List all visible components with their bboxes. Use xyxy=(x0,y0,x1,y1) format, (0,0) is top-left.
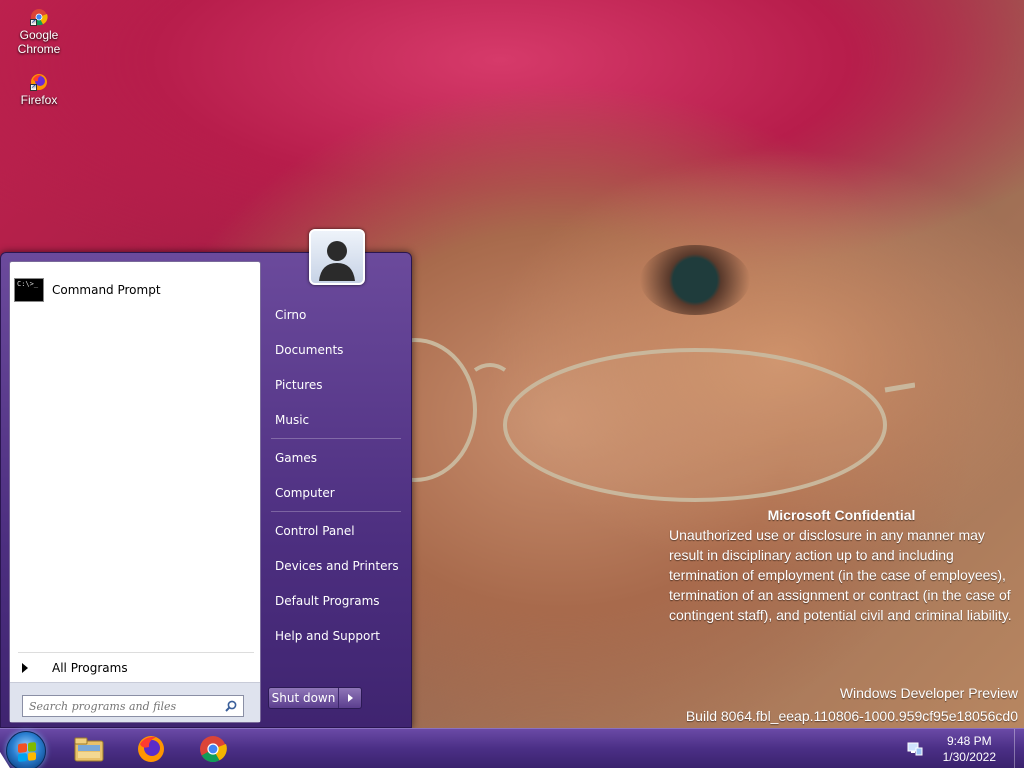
taskbar-firefox-button[interactable] xyxy=(126,732,176,766)
shutdown-control: Shut down xyxy=(268,687,362,709)
start-button[interactable] xyxy=(6,731,46,768)
all-programs-button[interactable]: All Programs xyxy=(18,658,254,678)
divider xyxy=(271,438,401,439)
clock[interactable]: 9:48 PM 1/30/2022 xyxy=(943,733,996,765)
start-menu-programs-pane: C:\>_ Command Prompt All Programs xyxy=(9,261,261,723)
shortcut-arrow-icon: ↗ xyxy=(30,84,37,91)
firefox-icon xyxy=(138,736,164,762)
link-control-panel[interactable]: Control Panel xyxy=(263,513,409,548)
shutdown-options-button[interactable] xyxy=(339,688,361,708)
link-devices-printers[interactable]: Devices and Printers xyxy=(263,548,409,583)
start-menu-links-pane: Cirno Documents Pictures Music Games Com… xyxy=(263,297,409,653)
desktop-icon-chrome[interactable]: ↗ Google Chrome xyxy=(4,8,74,56)
chrome-icon xyxy=(200,736,227,763)
link-games[interactable]: Games xyxy=(263,440,409,475)
wallpaper-eye xyxy=(640,245,750,315)
watermark-title: Microsoft Confidential xyxy=(767,507,916,523)
network-icon[interactable] xyxy=(907,741,923,757)
desktop-icon-label: Google Chrome xyxy=(17,28,61,56)
build-string: Build 8064.fbl_eeap.110806-1000.959cf95e… xyxy=(685,708,1018,724)
shutdown-button[interactable]: Shut down xyxy=(269,688,339,708)
link-computer[interactable]: Computer xyxy=(263,475,409,510)
divider xyxy=(271,511,401,512)
search-input[interactable] xyxy=(23,696,219,716)
desktop-icon-label: Firefox xyxy=(20,93,58,107)
start-menu: C:\>_ Command Prompt All Programs Cirno xyxy=(0,229,412,728)
chevron-right-icon xyxy=(347,694,353,702)
link-default-programs[interactable]: Default Programs xyxy=(263,583,409,618)
firefox-icon: ↗ xyxy=(30,73,48,91)
mouse-cursor-icon xyxy=(0,752,10,768)
folder-icon xyxy=(74,737,104,762)
link-user-folder[interactable]: Cirno xyxy=(263,297,409,332)
all-programs-label: All Programs xyxy=(52,661,128,675)
chrome-icon: ↗ xyxy=(30,8,48,26)
link-help-support[interactable]: Help and Support xyxy=(263,618,409,653)
confidential-watermark: Microsoft Confidential Unauthorized use … xyxy=(669,505,1014,625)
command-prompt-icon: C:\>_ xyxy=(14,278,44,302)
search-icon[interactable] xyxy=(225,700,237,712)
system-tray: 9:48 PM 1/30/2022 xyxy=(907,729,1024,768)
taskbar: 9:48 PM 1/30/2022 xyxy=(0,728,1024,768)
product-name: Windows Developer Preview xyxy=(839,685,1018,701)
search-box[interactable] xyxy=(22,695,244,717)
search-area xyxy=(10,682,260,722)
clock-time: 9:48 PM xyxy=(946,734,992,748)
divider xyxy=(18,652,254,653)
program-command-prompt[interactable]: C:\>_ Command Prompt xyxy=(14,270,258,310)
link-pictures[interactable]: Pictures xyxy=(263,367,409,402)
command-prompt-icon-text: C:\>_ xyxy=(17,280,39,288)
user-avatar-icon[interactable] xyxy=(309,229,365,285)
taskbar-chrome-button[interactable] xyxy=(188,732,238,766)
desktop-icon-firefox[interactable]: ↗ Firefox xyxy=(4,73,74,107)
link-music[interactable]: Music xyxy=(263,402,409,437)
chevron-right-icon xyxy=(22,663,28,673)
wallpaper-glasses xyxy=(395,338,915,502)
shortcut-arrow-icon: ↗ xyxy=(30,19,37,26)
windows-logo-icon xyxy=(18,742,36,762)
taskbar-explorer-button[interactable] xyxy=(64,732,114,766)
show-desktop-button[interactable] xyxy=(1014,729,1024,768)
clock-date: 1/30/2022 xyxy=(942,750,996,764)
program-label: Command Prompt xyxy=(52,283,161,297)
watermark-body: Unauthorized use or disclosure in any ma… xyxy=(669,527,1012,623)
link-documents[interactable]: Documents xyxy=(263,332,409,367)
